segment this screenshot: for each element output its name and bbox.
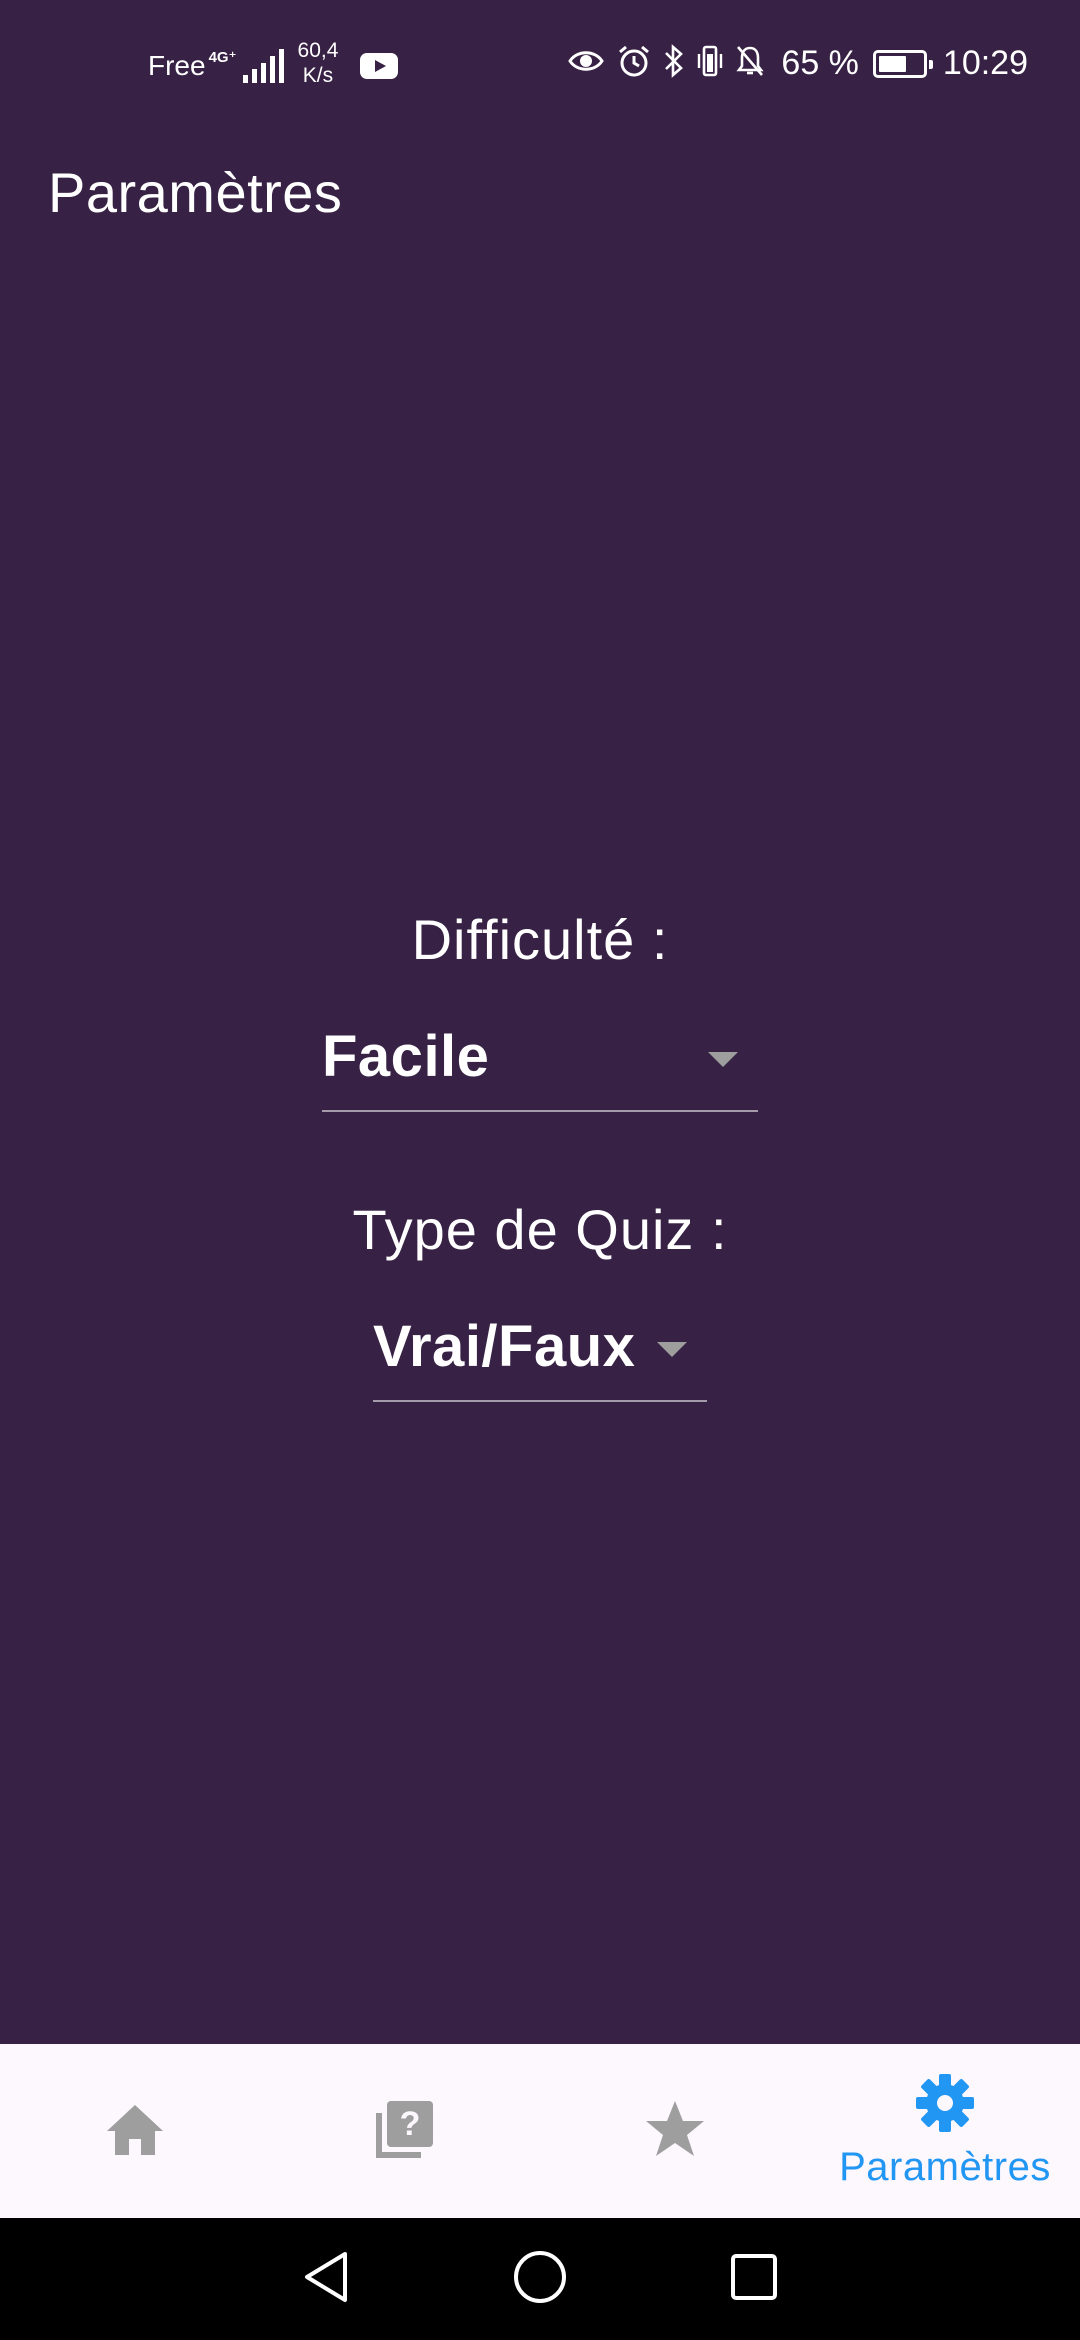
battery-level-fill <box>878 55 906 72</box>
system-navigation-bar <box>0 2218 1080 2340</box>
system-recents-button[interactable] <box>722 2247 786 2311</box>
bottom-navigation: ? Paramètres <box>0 2044 1080 2218</box>
page-title: Paramètres <box>48 161 343 224</box>
settings-screen: Free 4G⁺ 60,4 K/s 65 % 10:29 Paramètres … <box>0 0 1080 2340</box>
difficulty-selected-value: Facile <box>322 1023 490 1089</box>
battery-icon <box>872 49 933 78</box>
recents-icon <box>729 2252 779 2307</box>
notifications-off-icon <box>735 44 765 83</box>
dropdown-arrow-icon <box>708 1052 738 1067</box>
nav-item-settings[interactable]: Paramètres <box>810 2044 1080 2218</box>
network-type-label: 4G⁺ <box>208 49 237 66</box>
nav-item-favorites[interactable] <box>540 2044 810 2218</box>
nav-item-home[interactable] <box>0 2044 270 2218</box>
difficulty-label: Difficulté : <box>411 908 669 971</box>
svg-text:?: ? <box>400 2105 421 2143</box>
youtube-icon <box>360 53 399 79</box>
home-circle-icon <box>512 2249 568 2310</box>
carrier-label: Free <box>148 50 206 81</box>
network-speed: 60,4 K/s <box>298 38 339 88</box>
alarm-icon <box>617 44 651 83</box>
star-icon <box>643 2098 707 2165</box>
nav-label-settings: Paramètres <box>839 2145 1051 2189</box>
system-back-button[interactable] <box>294 2247 358 2311</box>
dropdown-arrow-icon <box>657 1342 687 1357</box>
clock: 10:29 <box>942 44 1028 82</box>
quiz-type-label: Type de Quiz : <box>352 1198 728 1261</box>
nav-item-quiz[interactable]: ? <box>270 2044 540 2218</box>
back-icon <box>301 2250 351 2309</box>
status-left: Free 4G⁺ 60,4 K/s <box>148 39 399 88</box>
status-bar: Free 4G⁺ 60,4 K/s 65 % 10:29 <box>0 0 1080 130</box>
home-icon <box>103 2099 167 2164</box>
bluetooth-icon <box>663 44 685 83</box>
settings-gear-icon <box>914 2072 976 2139</box>
system-home-button[interactable] <box>508 2247 572 2311</box>
settings-form: Difficulté : Facile Type de Quiz : Vrai/… <box>0 900 1080 1402</box>
network-speed-value: 60,4 <box>297 39 339 62</box>
vibrate-icon <box>697 44 723 83</box>
quiz-type-selected-value: Vrai/Faux <box>373 1313 636 1379</box>
signal-icon <box>242 49 284 83</box>
eye-icon <box>567 46 605 81</box>
quiz-type-dropdown[interactable]: Vrai/Faux <box>373 1292 707 1402</box>
difficulty-dropdown[interactable]: Facile <box>322 1002 758 1112</box>
status-right: 65 % 10:29 <box>567 44 1028 83</box>
network-speed-unit: K/s <box>302 64 334 87</box>
battery-percent: 65 % <box>781 44 859 82</box>
quiz-icon: ? <box>373 2097 437 2166</box>
